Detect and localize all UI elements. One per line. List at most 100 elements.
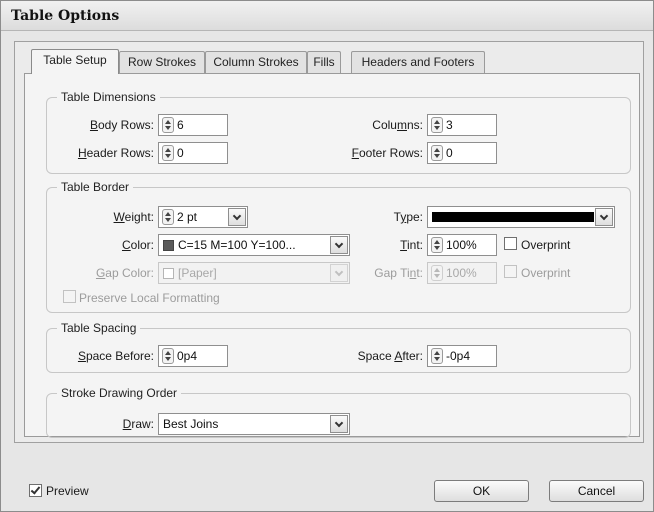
stepper-arrows-icon[interactable] bbox=[162, 348, 174, 364]
label-text: olor: bbox=[130, 238, 154, 252]
weight-dropdown-button[interactable] bbox=[228, 208, 246, 226]
stepper-arrows-icon[interactable] bbox=[431, 145, 443, 161]
label-accelerator: m bbox=[396, 118, 407, 132]
label-accelerator: F bbox=[351, 146, 359, 160]
columns-label: Columns: bbox=[331, 118, 423, 132]
draw-order-dropdown-button[interactable] bbox=[330, 415, 348, 433]
label-text: raw: bbox=[131, 417, 154, 431]
footer-rows-label: Footer Rows: bbox=[321, 146, 423, 160]
stepper-arrows-icon[interactable] bbox=[162, 117, 174, 133]
header-rows-label: Header Rows: bbox=[51, 146, 154, 160]
gap-color-select: [Paper] bbox=[158, 262, 350, 284]
body-rows-value: 6 bbox=[177, 118, 184, 132]
body-rows-stepper[interactable]: 6 bbox=[158, 114, 228, 136]
stepper-arrows-icon[interactable] bbox=[162, 209, 174, 225]
stroke-drawing-order-legend: Stroke Drawing Order bbox=[61, 386, 178, 400]
label-accelerator: H bbox=[77, 146, 87, 160]
draw-order-select[interactable]: Best Joins bbox=[158, 413, 350, 435]
cancel-button[interactable]: Cancel bbox=[549, 480, 644, 502]
tint-label: Tint: bbox=[331, 238, 423, 252]
header-rows-stepper[interactable]: 0 bbox=[158, 142, 228, 164]
space-after-value: -0p4 bbox=[446, 349, 471, 363]
columns-stepper[interactable]: 3 bbox=[427, 114, 497, 136]
type-label: Type: bbox=[331, 210, 423, 224]
label-accelerator: S bbox=[77, 349, 86, 363]
table-dimensions-legend: Table Dimensions bbox=[61, 90, 156, 104]
space-after-stepper[interactable]: -0p4 bbox=[427, 345, 497, 367]
color-select[interactable]: C=15 M=100 Y=100... bbox=[158, 234, 350, 256]
chevron-down-icon bbox=[232, 211, 242, 220]
tab-label: Table Setup bbox=[43, 53, 107, 67]
preview-checkbox[interactable] bbox=[29, 484, 42, 497]
draw-label: Draw: bbox=[61, 417, 154, 431]
title-bar[interactable]: Table Options bbox=[1, 1, 653, 31]
table-spacing-group: Table Spacing bbox=[46, 321, 631, 373]
color-swatch-icon bbox=[163, 239, 174, 251]
table-dimensions-group: Table Dimensions bbox=[46, 90, 631, 174]
chevron-down-icon bbox=[599, 211, 609, 220]
label-accelerator: B bbox=[89, 118, 98, 132]
space-before-stepper[interactable]: 0p4 bbox=[158, 345, 228, 367]
overprint-label: Overprint bbox=[521, 238, 571, 252]
label-text: Colu bbox=[372, 118, 397, 132]
label-text: t: bbox=[416, 266, 423, 280]
draw-order-value: Best Joins bbox=[163, 417, 219, 431]
tab-row-strokes[interactable]: Row Strokes bbox=[119, 51, 205, 73]
label-text: eight: bbox=[124, 210, 154, 224]
tab-label: Headers and Footers bbox=[361, 55, 475, 69]
label-text: ap Color: bbox=[105, 266, 154, 280]
footer-rows-stepper[interactable]: 0 bbox=[427, 142, 497, 164]
label-text: int: bbox=[406, 238, 423, 252]
tint-stepper[interactable]: 100% bbox=[427, 234, 497, 256]
table-border-legend: Table Border bbox=[61, 180, 130, 194]
weight-label: Weight: bbox=[61, 210, 154, 224]
type-dropdown-button[interactable] bbox=[595, 208, 613, 226]
label-text: ooter Rows: bbox=[358, 146, 423, 160]
ok-button[interactable]: OK bbox=[434, 480, 529, 502]
preserve-local-formatting-label: Preserve Local Formatting bbox=[79, 291, 220, 305]
label-text: pe: bbox=[406, 210, 423, 224]
chevron-down-icon bbox=[334, 418, 344, 427]
space-before-label: Space Before: bbox=[51, 349, 154, 363]
stepper-arrows-icon bbox=[431, 265, 443, 281]
label-accelerator: W bbox=[113, 210, 125, 224]
gap-tint-value: 100% bbox=[446, 266, 477, 280]
gap-color-value: [Paper] bbox=[178, 266, 217, 280]
overprint-checkbox[interactable] bbox=[504, 237, 517, 250]
label-text: pace Before: bbox=[85, 349, 154, 363]
label-text: ns: bbox=[406, 118, 423, 132]
gap-color-label: Gap Color: bbox=[51, 266, 154, 280]
tab-column-strokes[interactable]: Column Strokes bbox=[205, 51, 307, 73]
weight-combo[interactable]: 2 pt bbox=[158, 206, 248, 228]
header-rows-value: 0 bbox=[177, 146, 184, 160]
columns-value: 3 bbox=[446, 118, 453, 132]
color-value: C=15 M=100 Y=100... bbox=[178, 238, 296, 252]
label-text: Gap Ti bbox=[374, 266, 410, 280]
stepper-arrows-icon[interactable] bbox=[431, 117, 443, 133]
tab-headers-and-footers[interactable]: Headers and Footers bbox=[351, 51, 485, 73]
tint-value: 100% bbox=[446, 238, 477, 252]
tab-label: Fills bbox=[313, 55, 335, 69]
stepper-arrows-icon[interactable] bbox=[162, 145, 174, 161]
tab-fills[interactable]: Fills bbox=[307, 51, 341, 73]
label-accelerator: T bbox=[400, 238, 407, 252]
preserve-local-formatting-checkbox bbox=[63, 290, 76, 303]
paper-swatch-icon bbox=[163, 267, 174, 279]
label-text: fter: bbox=[402, 349, 423, 363]
label-text: Space bbox=[357, 349, 395, 363]
preview-label: Preview bbox=[46, 484, 89, 498]
stroke-type-select[interactable] bbox=[427, 206, 615, 228]
label-text: ody Rows: bbox=[97, 118, 154, 132]
label-accelerator: G bbox=[95, 266, 106, 280]
table-spacing-legend: Table Spacing bbox=[61, 321, 137, 335]
tab-table-setup[interactable]: Table Setup bbox=[31, 49, 119, 74]
weight-value: 2 pt bbox=[177, 210, 198, 224]
table-options-dialog: Table Options Table Setup Row Strokes Co… bbox=[0, 0, 654, 512]
space-after-label: Space After: bbox=[321, 349, 423, 363]
gap-tint-label: Gap Tint: bbox=[331, 266, 423, 280]
stepper-arrows-icon[interactable] bbox=[431, 237, 443, 253]
body-rows-label: Body Rows: bbox=[61, 118, 154, 132]
gap-tint-stepper: 100% bbox=[427, 262, 497, 284]
stepper-arrows-icon[interactable] bbox=[431, 348, 443, 364]
label-text: eader Rows: bbox=[86, 146, 154, 160]
